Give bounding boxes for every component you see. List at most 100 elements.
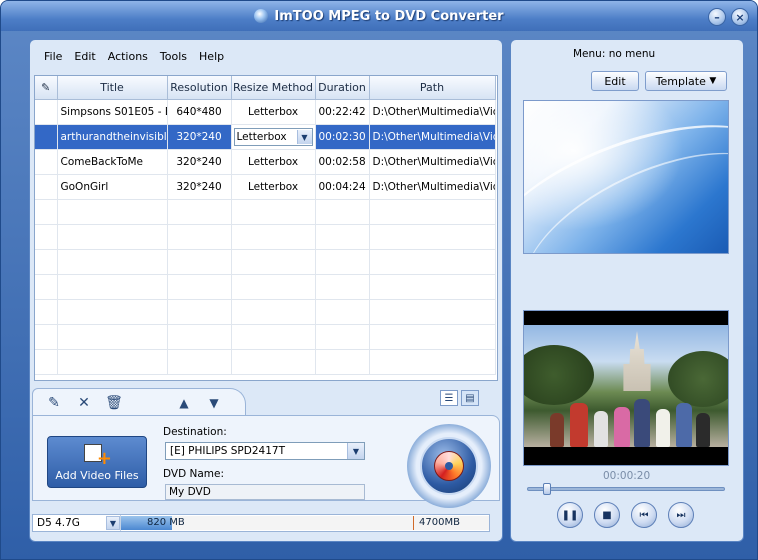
move-down-icon[interactable]: ▼ (205, 394, 223, 412)
chevron-down-icon: ▼ (709, 76, 717, 86)
cell-duration: 00:02:30 (315, 124, 370, 150)
empty-row (35, 349, 496, 375)
seek-handle[interactable] (543, 483, 551, 495)
disc-usage-meter: 820 MB 4700MB (121, 516, 489, 530)
menu-value: no menu (608, 48, 656, 60)
column-header-duration[interactable]: Duration (315, 76, 370, 100)
previous-button[interactable]: ⏮ (631, 502, 657, 528)
cell-resolution: 320*240 (167, 124, 232, 150)
cell-path: D:\Other\Multimedia\Vide (369, 124, 496, 150)
table-row-selected[interactable]: arthurandtheinvisibles 320*240 Letterbox… (35, 124, 496, 150)
window-title: ImTOO MPEG to DVD Converter (274, 8, 504, 24)
row-checkbox-cell[interactable] (35, 99, 58, 125)
list-view-icon[interactable]: ☰ (440, 390, 458, 406)
burn-button[interactable] (420, 437, 478, 495)
disc-status-bar: D5 4.7G ▼ 820 MB 4700MB (32, 514, 490, 532)
file-list-panel: File Edit Actions Tools Help ✎ Title Res… (29, 39, 503, 542)
edit-menu-button[interactable]: Edit (591, 71, 639, 91)
cell-resize-method-editor[interactable]: Letterbox ▼ (231, 124, 316, 150)
close-button[interactable]: × (731, 8, 749, 26)
cell-resize-method[interactable]: Letterbox (231, 174, 316, 200)
empty-row (35, 274, 496, 300)
column-header-resolution[interactable]: Resolution (167, 76, 232, 100)
template-button[interactable]: Template ▼ (645, 71, 727, 91)
column-header-path[interactable]: Path (369, 76, 496, 100)
menu-actions[interactable]: Actions (108, 50, 148, 63)
empty-row (35, 249, 496, 275)
empty-row (35, 224, 496, 250)
column-header-resize-method[interactable]: Resize Method (231, 76, 316, 100)
resize-method-select[interactable]: Letterbox ▼ (233, 128, 313, 146)
chevron-down-icon[interactable]: ▼ (296, 130, 312, 144)
pause-button[interactable]: ❚❚ (557, 502, 583, 528)
row-checkbox-cell[interactable] (35, 174, 58, 200)
minimize-button[interactable]: – (708, 8, 726, 26)
cell-resize-method[interactable]: Letterbox (231, 99, 316, 125)
row-checkbox-cell[interactable] (35, 149, 58, 175)
menu-help[interactable]: Help (199, 50, 224, 63)
row-checkbox-cell[interactable] (35, 124, 58, 150)
chevron-down-icon[interactable]: ▼ (347, 443, 364, 459)
playback-time: 00:00:20 (603, 470, 651, 482)
next-icon: ⏭ (676, 509, 686, 521)
destination-select[interactable]: [E] PHILIPS SPD2417T ▼ (165, 442, 365, 460)
disc-type-select[interactable]: D5 4.7G ▼ (33, 515, 121, 531)
dvd-name-label: DVD Name: (163, 468, 225, 480)
cell-path: D:\Other\Multimedia\Vide (369, 149, 496, 175)
preview-panel: Menu: no menu Edit Template ▼ 00:00:20 ❚… (510, 39, 744, 542)
cell-title: Simpsons S01E05 - Bar (57, 99, 168, 125)
cell-title: arthurandtheinvisibles (57, 124, 168, 150)
menu-label: Menu: (573, 48, 606, 60)
trash-icon[interactable]: 🗑 (105, 394, 123, 412)
seek-slider[interactable] (527, 483, 725, 495)
pause-icon: ❚❚ (561, 509, 579, 521)
chevron-down-icon[interactable]: ▼ (106, 516, 120, 530)
move-up-icon[interactable]: ▲ (175, 394, 193, 412)
cell-path: D:\Other\Multimedia\Vide (369, 99, 496, 125)
app-window: ImTOO MPEG to DVD Converter – × File Edi… (0, 0, 758, 560)
column-header-edit[interactable]: ✎ (35, 76, 58, 100)
used-size-label: 820 MB (147, 517, 185, 528)
menu-bar: File Edit Actions Tools Help (44, 50, 224, 63)
burn-button-frame (407, 424, 491, 508)
edit-icon[interactable]: ✎ (45, 394, 63, 412)
cell-resolution: 640*480 (167, 99, 232, 125)
menu-template-preview (523, 100, 729, 254)
list-toolbar: ✎ ✕ 🗑 ▲ ▼ (32, 388, 246, 416)
destination-label: Destination: (163, 426, 227, 438)
cell-resolution: 320*240 (167, 149, 232, 175)
title-bar[interactable]: ImTOO MPEG to DVD Converter – × (1, 1, 757, 31)
add-video-files-label: Add Video Files (55, 469, 139, 482)
empty-row (35, 324, 496, 350)
dvd-name-input[interactable]: My DVD (165, 484, 365, 500)
film-add-icon: + (84, 442, 112, 468)
cell-title: ComeBackToMe (57, 149, 168, 175)
burn-disc-icon (434, 451, 464, 481)
cell-resize-method[interactable]: Letterbox (231, 149, 316, 175)
view-mode-toggle: ☰ ▤ (440, 390, 479, 406)
previous-icon: ⏮ (639, 509, 649, 521)
table-row[interactable]: Simpsons S01E05 - Bar 640*480 Letterbox … (35, 99, 496, 125)
column-header-title[interactable]: Title (57, 76, 168, 100)
output-settings: + Add Video Files Destination: [E] PHILI… (32, 415, 500, 508)
file-grid: ✎ Title Resolution Resize Method Duratio… (34, 75, 498, 381)
stop-button[interactable]: ■ (594, 502, 620, 528)
table-row[interactable]: ComeBackToMe 320*240 Letterbox 00:02:58 … (35, 149, 496, 175)
cell-title: GoOnGirl (57, 174, 168, 200)
menu-file[interactable]: File (44, 50, 62, 63)
window-controls: – × (708, 8, 749, 26)
file-table: ✎ Title Resolution Resize Method Duratio… (35, 76, 496, 375)
cell-duration: 00:22:42 (315, 99, 370, 125)
menu-edit[interactable]: Edit (74, 50, 95, 63)
add-video-files-button[interactable]: + Add Video Files (47, 436, 147, 488)
table-row[interactable]: GoOnGirl 320*240 Letterbox 00:04:24 D:\O… (35, 174, 496, 200)
menu-tools[interactable]: Tools (160, 50, 187, 63)
capacity-marker (413, 516, 414, 530)
cell-duration: 00:02:58 (315, 149, 370, 175)
resize-method-value: Letterbox (236, 131, 287, 143)
video-preview (523, 310, 729, 466)
template-label: Template (655, 74, 706, 88)
detail-view-icon[interactable]: ▤ (461, 390, 479, 406)
delete-icon[interactable]: ✕ (75, 394, 93, 412)
next-button[interactable]: ⏭ (668, 502, 694, 528)
